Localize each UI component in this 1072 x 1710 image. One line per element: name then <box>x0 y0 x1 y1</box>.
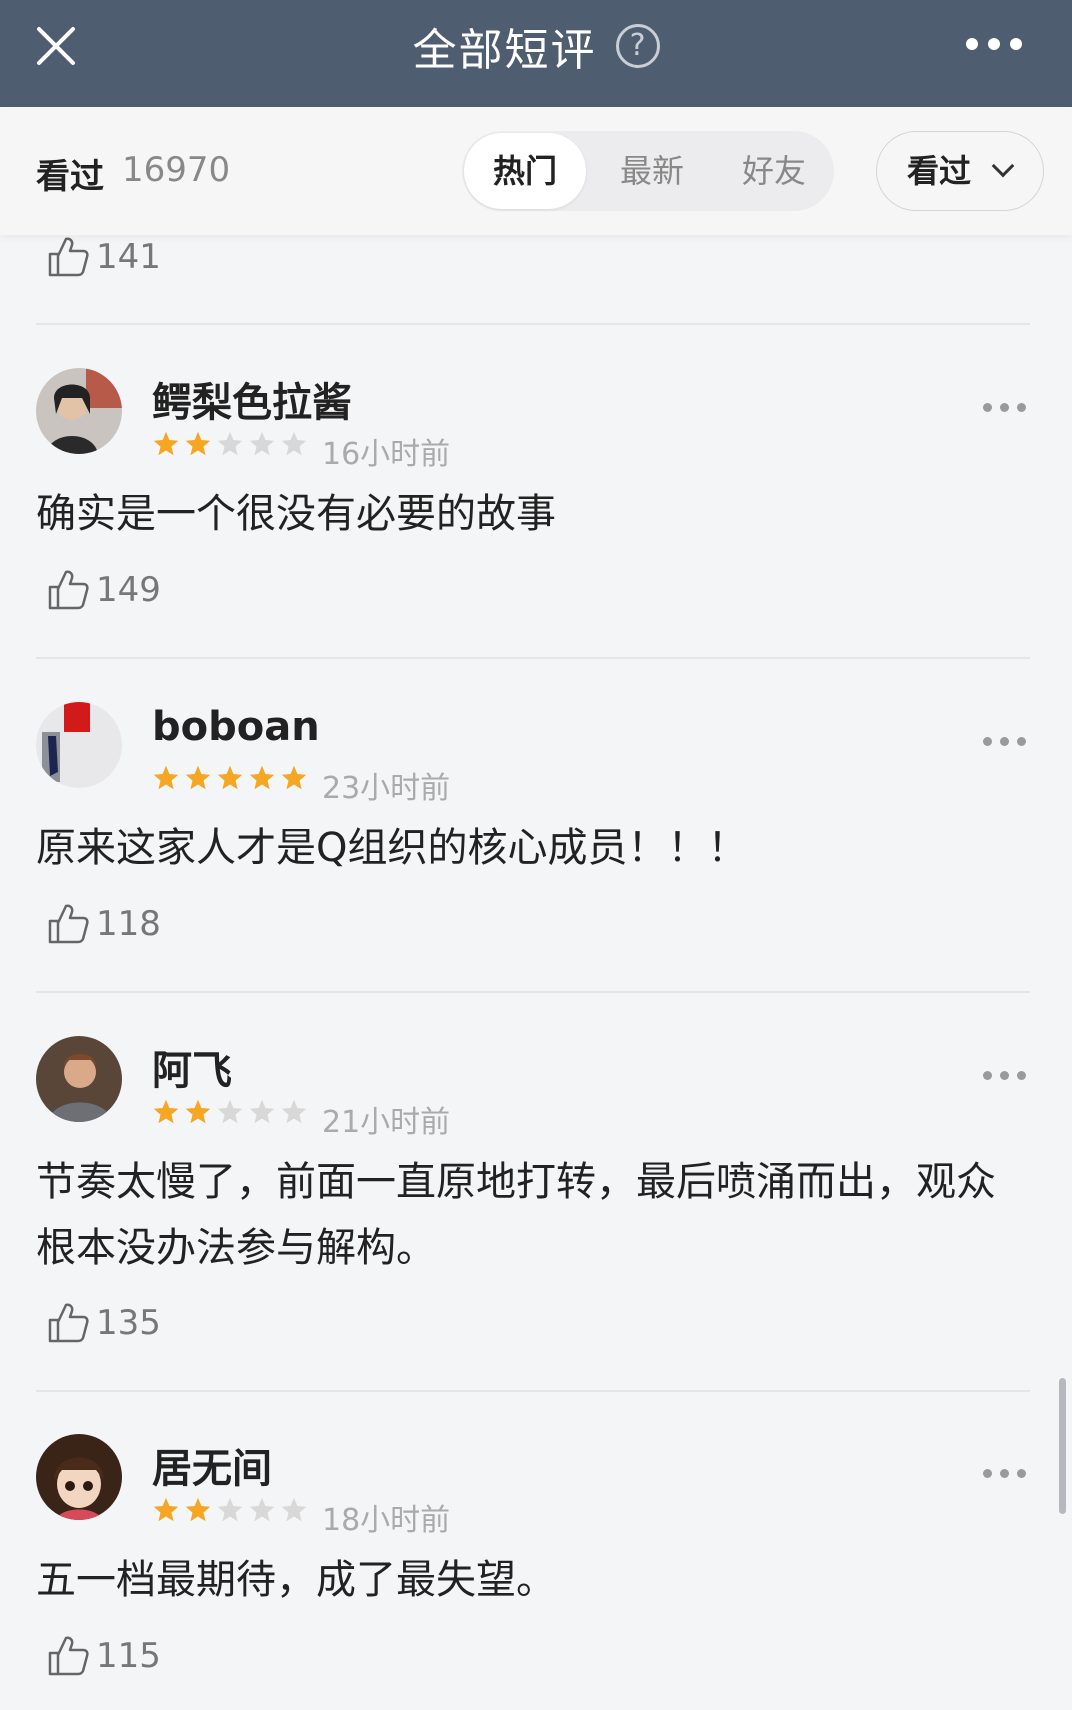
star-rating <box>152 430 308 458</box>
review-text: 确实是一个很没有必要的故事 <box>36 491 556 537</box>
like-button[interactable]: 149 <box>0 568 161 612</box>
thumbs-up-icon <box>48 904 89 944</box>
username[interactable]: 阿飞 <box>152 1038 232 1096</box>
star-empty-icon <box>281 431 307 456</box>
dot <box>1000 737 1009 746</box>
star-filled-icon <box>153 431 179 456</box>
like-button[interactable]: 115 <box>0 1634 161 1678</box>
dot <box>983 403 992 412</box>
review-more-icon[interactable] <box>983 395 1026 420</box>
review-text: 五一档最期待，成了最失望。 <box>36 1557 556 1603</box>
review-text: 节奏太慢了，前面一直原地打转，最后喷涌而出，观众根本没办法参与解构。 <box>36 1159 996 1271</box>
like-count: 149 <box>96 570 161 610</box>
page-title: 全部短评 <box>412 25 597 76</box>
avatar-image <box>36 702 122 788</box>
status-dropdown[interactable]: 看过 <box>876 131 1044 211</box>
title-wrap: 全部短评 ? <box>0 14 1072 78</box>
star-empty-icon <box>217 1497 243 1522</box>
menu-dot <box>988 38 1000 50</box>
dot <box>1017 403 1026 412</box>
sort-tabs: 热门 最新 好友 <box>462 131 834 211</box>
timestamp: 18小时前 <box>322 1503 451 1538</box>
dot <box>983 737 992 746</box>
like-count: 115 <box>96 1636 161 1676</box>
avatar-image <box>36 368 122 454</box>
tab-hot[interactable]: 热门 <box>464 133 586 209</box>
timestamp: 16小时前 <box>322 437 451 472</box>
star-empty-icon <box>249 1099 275 1124</box>
star-filled-icon <box>281 765 307 790</box>
star-rating <box>152 764 308 792</box>
star-filled-icon <box>185 1497 211 1522</box>
dot <box>1000 1469 1009 1478</box>
username[interactable]: 鳄梨色拉酱 <box>152 370 352 428</box>
star-filled-icon <box>185 765 211 790</box>
dot <box>1017 1071 1026 1080</box>
star-filled-icon <box>153 765 179 790</box>
divider <box>36 1390 1030 1392</box>
star-empty-icon <box>249 431 275 456</box>
thumbs-up-icon <box>48 1636 89 1676</box>
star-filled-icon <box>185 1099 211 1124</box>
dot <box>1017 1469 1026 1478</box>
review-more-icon[interactable] <box>983 1063 1026 1088</box>
review-more-icon[interactable] <box>983 729 1026 754</box>
divider <box>36 657 1030 659</box>
avatar-image <box>36 1036 122 1122</box>
star-filled-icon <box>185 431 211 456</box>
help-icon[interactable]: ? <box>615 24 660 68</box>
tab-newest[interactable]: 最新 <box>602 131 702 211</box>
username[interactable]: boboan <box>152 704 320 750</box>
avatar[interactable] <box>36 702 122 788</box>
dot <box>1000 1071 1009 1080</box>
dot <box>1000 403 1009 412</box>
dot <box>983 1071 992 1080</box>
star-filled-icon <box>217 765 243 790</box>
star-empty-icon <box>281 1497 307 1522</box>
seen-count: 16970 <box>122 150 231 190</box>
thumbs-up-icon <box>48 237 89 277</box>
dot <box>1017 737 1026 746</box>
avatar-image <box>36 1434 122 1520</box>
avatar[interactable] <box>36 1036 122 1122</box>
divider <box>36 991 1030 993</box>
chevron-down-icon <box>991 154 1015 178</box>
star-rating <box>152 1496 308 1524</box>
thumbs-up-icon <box>48 570 89 610</box>
scrollbar[interactable] <box>1059 1378 1066 1514</box>
like-button[interactable]: 141 <box>0 235 161 279</box>
username[interactable]: 居无间 <box>152 1436 272 1494</box>
timestamp: 21小时前 <box>322 1105 451 1140</box>
like-count: 118 <box>96 904 161 944</box>
status-dropdown-label: 看过 <box>907 152 972 190</box>
title-bar: 全部短评 ? <box>0 0 1072 107</box>
tab-friends[interactable]: 好友 <box>724 131 824 211</box>
filter-bar: 看过 16970 热门 最新 好友 看过 <box>0 107 1072 235</box>
star-empty-icon <box>281 1099 307 1124</box>
avatar[interactable] <box>36 368 122 454</box>
like-count: 141 <box>96 237 161 277</box>
review-text: 原来这家人才是Q组织的核心成员！！！ <box>36 825 748 871</box>
like-count: 135 <box>96 1303 161 1343</box>
star-empty-icon <box>217 431 243 456</box>
seen-label: 看过 <box>36 157 104 197</box>
star-empty-icon <box>249 1497 275 1522</box>
like-button[interactable]: 118 <box>0 902 161 946</box>
star-filled-icon <box>153 1497 179 1522</box>
review-more-icon[interactable] <box>983 1461 1026 1486</box>
divider <box>36 323 1030 325</box>
star-filled-icon <box>249 765 275 790</box>
star-filled-icon <box>153 1099 179 1124</box>
thumbs-up-icon <box>48 1303 89 1343</box>
menu-dot <box>966 38 978 50</box>
timestamp: 23小时前 <box>322 771 451 806</box>
star-rating <box>152 1098 308 1126</box>
dot <box>983 1469 992 1478</box>
avatar[interactable] <box>36 1434 122 1520</box>
menu-dot <box>1010 38 1022 50</box>
star-empty-icon <box>217 1099 243 1124</box>
more-menu-icon[interactable] <box>966 38 1022 50</box>
like-button[interactable]: 135 <box>0 1301 161 1345</box>
